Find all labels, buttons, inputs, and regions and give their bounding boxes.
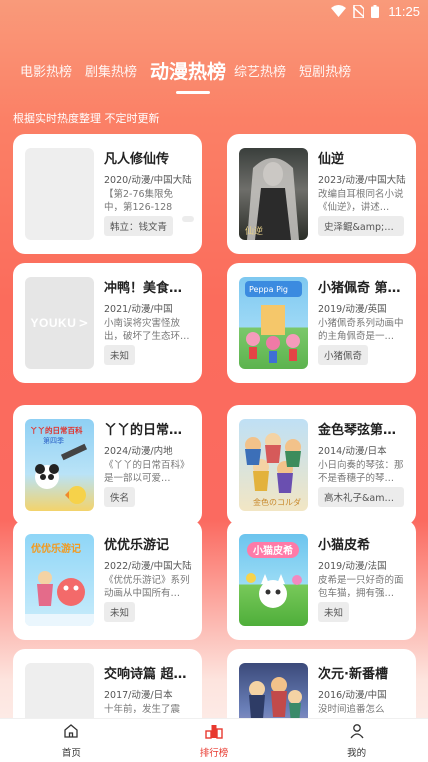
svg-text:优优乐游记: 优优乐游记 (31, 542, 81, 555)
poster-image: 金色のコルダ (239, 419, 308, 511)
svg-text:金色のコルダ: 金色のコルダ (253, 497, 301, 507)
card-description: 皮希是一只好奇的面包车猫，拥有强… (318, 575, 404, 599)
card-meta: 2014/动漫/日本 (318, 446, 387, 457)
tag: 佚名 (104, 487, 136, 507)
card-description: 【第2-76集限免中，第126-128集… (104, 189, 174, 213)
svg-text:丫丫的日常百科: 丫丫的日常百科 (30, 425, 83, 435)
tag: 高木礼子&amp;... (318, 487, 404, 507)
tag: 未知 (318, 602, 350, 622)
card-meta: 2020/动漫/中国大陆 (104, 175, 192, 186)
card-title: 小猪佩奇 第… (318, 281, 401, 296)
card-description: 《丫丫的日常百科》是一部以可爱… (104, 460, 190, 484)
card-meta: 2024/动漫/内地 (104, 446, 173, 457)
home-icon (63, 723, 79, 743)
bottom-nav: 首页 排行榜 我的 (0, 718, 428, 762)
poster-image: 小猫皮希 (239, 534, 308, 626)
tag: 未知 (104, 345, 136, 365)
ranking-card[interactable]: 小猫皮希 小猫皮希 2019/动漫/法国 皮希是一只好奇的面包车猫，拥有强… 未… (227, 520, 416, 640)
card-tags: 高木礼子&amp;... (318, 487, 416, 507)
poster-image: 仙逆 (239, 148, 308, 240)
poster-image: 丫丫的日常百科 第四季 (25, 419, 94, 511)
card-title: 仙逆 (318, 152, 345, 167)
tab-series-ranking[interactable]: 剧集热榜 (85, 61, 137, 88)
poster-image: Peppa Pig (239, 277, 308, 369)
play-icon: > (78, 316, 89, 330)
card-meta: 2022/动漫/中国大陆 (104, 561, 192, 572)
card-title: 凡人修仙传 (104, 152, 170, 167)
card-tags: 未知 (104, 345, 202, 365)
card-tags: 韩立：钱文青 (104, 216, 202, 236)
ranking-icon (205, 723, 223, 743)
tag: 小猪佩奇 (318, 345, 369, 365)
card-meta: 2019/动漫/法国 (318, 561, 387, 572)
no-sim-icon (353, 4, 365, 18)
card-description: 改编自耳根同名小说《仙逆》，讲述… (318, 189, 404, 213)
card-title: 金色琴弦第… (318, 423, 397, 438)
card-title: 丫丫的日常… (104, 423, 183, 438)
tag: 史泽鲲&amp;a... (318, 216, 404, 236)
nav-profile[interactable]: 我的 (317, 723, 397, 759)
card-meta: 2016/动漫/中国 (318, 690, 387, 701)
ranking-card[interactable]: 金色のコルダ 金色琴弦第… 2014/动漫/日本 小日向奏的琴弦：那不是香穗子的… (227, 405, 416, 525)
tab-movie-ranking[interactable]: 电影热榜 (20, 61, 72, 88)
nav-home[interactable]: 首页 (31, 723, 111, 759)
status-bar: 11:25 (0, 0, 428, 22)
svg-text:第四季: 第四季 (43, 436, 64, 445)
card-tags: 未知 (318, 602, 416, 622)
tag: 未知 (104, 602, 136, 622)
poster-image (25, 148, 94, 240)
card-description: 小猪佩奇系列动画中的主角佩奇是一… (318, 318, 404, 342)
card-title: 交响诗篇 超… (104, 667, 187, 682)
card-title: 小猫皮希 (318, 538, 371, 553)
tab-short-drama-ranking[interactable]: 短剧热榜 (299, 61, 351, 88)
card-description: 小南误将灾害怪放出，破坏了生态环… (104, 318, 190, 342)
card-title: 次元·新番槽 (318, 667, 388, 682)
tag (182, 216, 195, 222)
youku-logo: YOUKU (30, 316, 77, 330)
ranking-card[interactable]: 优优乐游记 优优乐游记 2022/动漫/中国大陆 《优优乐游记》系列动画从中国所… (13, 520, 202, 640)
nav-ranking[interactable]: 排行榜 (174, 723, 254, 759)
tab-anime-ranking[interactable]: 动漫热榜 (150, 57, 226, 94)
card-tags: 未知 (104, 602, 202, 622)
poster-image: YOUKU > (25, 277, 94, 369)
nav-ranking-label: 排行榜 (199, 747, 229, 759)
ranking-card[interactable]: 凡人修仙传 2020/动漫/中国大陆 【第2-76集限免中，第126-128集…… (13, 134, 202, 254)
ranking-card[interactable]: Peppa Pig 小猪佩奇 第… 2019/动漫/英国 小猪佩奇系列动画中的主… (227, 263, 416, 383)
card-tags: 佚名 (104, 487, 202, 507)
tag: 韩立：钱文青 (104, 216, 174, 236)
card-meta: 2017/动漫/日本 (104, 690, 173, 701)
card-meta: 2019/动漫/英国 (318, 304, 387, 315)
poster-image: 优优乐游记 (25, 534, 94, 626)
wifi-icon (331, 5, 347, 17)
ranking-subtitle: 根据实时热度整理 不定时更新 (13, 112, 160, 125)
profile-icon (349, 723, 365, 743)
battery-icon (371, 4, 380, 18)
card-tags: 史泽鲲&amp;a... (318, 216, 416, 236)
card-description: 《优优乐游记》系列动画从中国所有… (104, 575, 190, 599)
card-title: 冲鸭！美食… (104, 281, 183, 296)
category-tabs: 电影热榜 剧集热榜 动漫热榜 综艺热榜 短剧热榜 (0, 48, 428, 94)
nav-profile-label: 我的 (347, 747, 367, 759)
status-time: 11:25 (388, 3, 420, 19)
card-description: 小日向奏的琴弦：那不是香穗子的琴… (318, 460, 404, 484)
tab-variety-ranking[interactable]: 综艺热榜 (234, 61, 286, 88)
nav-home-label: 首页 (61, 747, 81, 759)
ranking-card[interactable]: 丫丫的日常百科 第四季 丫丫的日常… 2024/动漫/内地 《丫丫的日常百科》是… (13, 405, 202, 525)
ranking-card[interactable]: 仙逆 仙逆 2023/动漫/中国大陆 改编自耳根同名小说《仙逆》，讲述… 史泽鲲… (227, 134, 416, 254)
card-meta: 2021/动漫/中国 (104, 304, 173, 315)
ranking-card[interactable]: YOUKU > 冲鸭！美食… 2021/动漫/中国 小南误将灾害怪放出，破坏了生… (13, 263, 202, 383)
svg-text:Peppa Pig: Peppa Pig (249, 285, 288, 294)
card-title: 优优乐游记 (104, 538, 170, 553)
card-tags: 小猪佩奇 (318, 345, 416, 365)
card-meta: 2023/动漫/中国大陆 (318, 175, 406, 186)
svg-text:仙逆: 仙逆 (245, 225, 263, 237)
svg-text:小猫皮希: 小猫皮希 (252, 544, 293, 557)
